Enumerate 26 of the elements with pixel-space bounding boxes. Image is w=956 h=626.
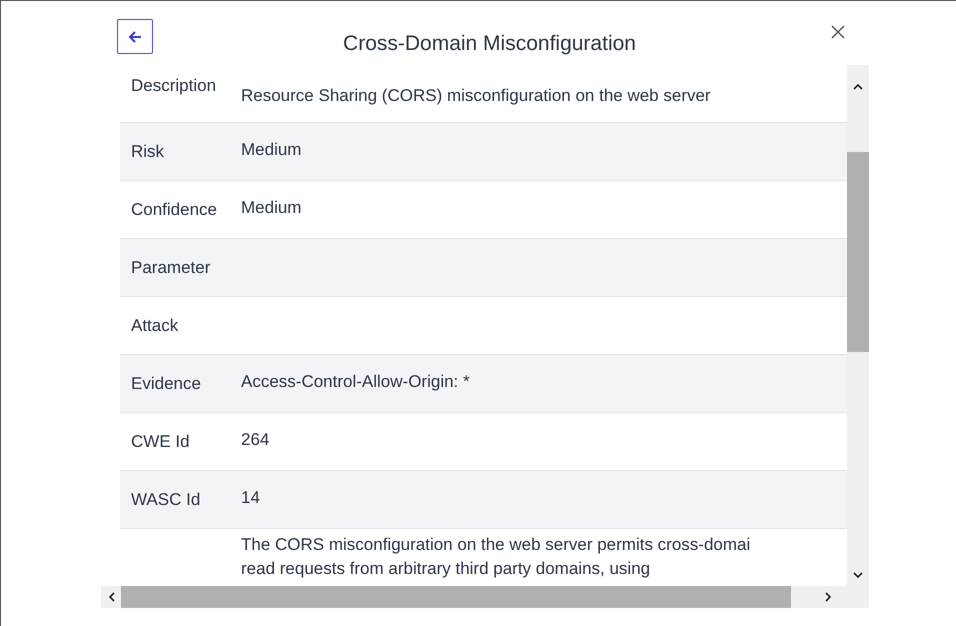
field-value: Medium <box>241 197 302 219</box>
back-button[interactable] <box>117 19 153 54</box>
field-label: CWE Id <box>131 432 190 451</box>
field-value: Medium <box>241 139 302 161</box>
field-value: Access-Control-Allow-Origin: * <box>241 371 471 393</box>
field-label: Attack <box>131 316 178 335</box>
field-value: Resource Sharing (CORS) misconfiguration on the web server <box>241 85 712 107</box>
chevron-left-icon <box>108 592 114 602</box>
field-value: read requests from arbitrary third party domains, using <box>241 558 652 580</box>
field-label: Risk <box>131 142 164 161</box>
field-value: The CORS misconfiguration on the web server permits cross-domai <box>241 534 752 556</box>
vertical-scrollbar[interactable] <box>847 65 869 586</box>
field-value: 14 <box>241 487 261 509</box>
field-value: 264 <box>241 429 270 451</box>
field-label: Parameter <box>131 258 210 277</box>
field-label: Description <box>131 76 216 95</box>
chevron-down-icon <box>853 572 863 578</box>
scrollbar-thumb[interactable] <box>847 152 869 352</box>
chevron-up-icon <box>853 82 863 90</box>
dialog-title: Cross-Domain Misconfiguration <box>343 31 636 57</box>
close-icon <box>831 25 845 39</box>
field-label: Evidence <box>131 374 201 393</box>
chevron-right-icon <box>824 592 832 602</box>
field-label: Confidence <box>131 200 218 219</box>
back-arrow-icon <box>127 28 143 44</box>
field-label: WASC Id <box>131 490 200 509</box>
